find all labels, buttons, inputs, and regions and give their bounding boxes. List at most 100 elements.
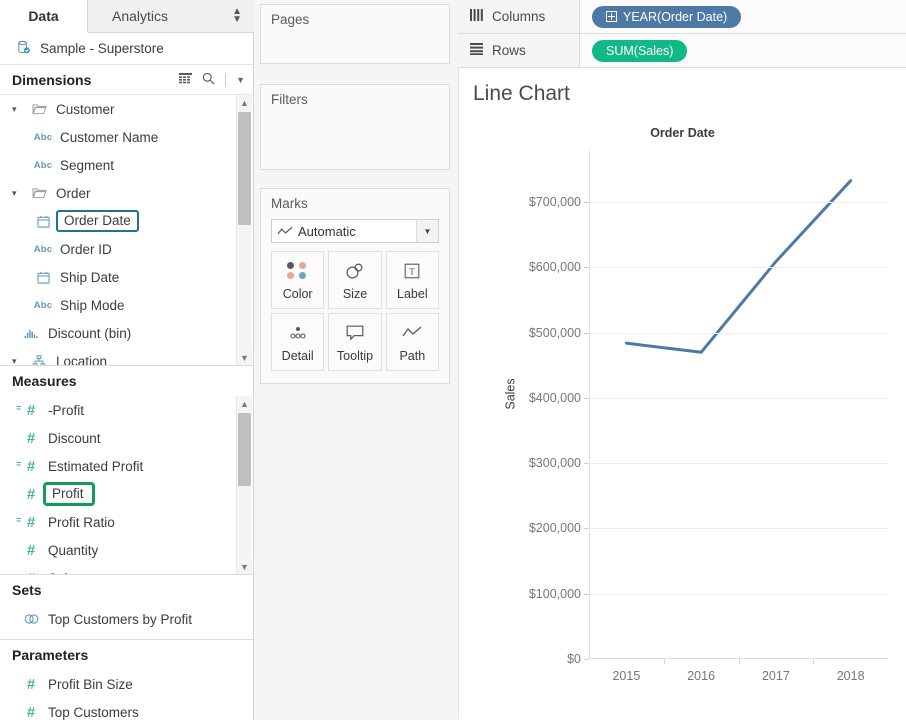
y-tick-mark: [584, 659, 589, 660]
field-row-profit[interactable]: # Profit: [0, 480, 253, 508]
field-row-discount-bin[interactable]: Discount (bin): [0, 319, 253, 347]
y-tick-mark: [584, 594, 589, 595]
field-row-order-id[interactable]: Abc Order ID: [0, 235, 253, 263]
field-row-estimated-profit[interactable]: # Estimated Profit: [0, 452, 253, 480]
rows-shelf-label: Rows: [458, 34, 580, 67]
columns-shelf[interactable]: Columns YEAR(Order Date): [458, 0, 906, 34]
rows-shelf-dropzone[interactable]: SUM(Sales): [580, 34, 906, 67]
calendar-icon: [34, 271, 52, 284]
scrollbar-thumb[interactable]: [238, 112, 251, 225]
field-label: Discount (bin): [48, 326, 131, 341]
plus-box-icon[interactable]: [606, 11, 617, 22]
field-row-order[interactable]: ▾ Order: [0, 179, 253, 207]
y-tick-label: $700,000: [529, 195, 581, 209]
columns-shelf-dropzone[interactable]: YEAR(Order Date): [580, 0, 906, 33]
field-row-location[interactable]: ▾ Location: [0, 347, 253, 365]
marks-size-button[interactable]: Size: [328, 251, 381, 309]
marks-card: Marks Automatic ▼: [260, 188, 450, 384]
calendar-icon: [34, 215, 52, 228]
view-canvas[interactable]: Line Chart Order Date Sales $0$100,000$2…: [458, 68, 906, 719]
field-row-customer[interactable]: ▾ Customer: [0, 95, 253, 123]
marks-tooltip-button[interactable]: Tooltip: [328, 313, 381, 371]
field-row-profit-ratio[interactable]: # Profit Ratio: [0, 508, 253, 536]
header-divider: [225, 73, 226, 87]
scrollbar-thumb[interactable]: [238, 413, 251, 486]
search-icon[interactable]: [202, 72, 215, 88]
folder-icon: [30, 103, 48, 115]
measures-list[interactable]: # -Profit # Discount # Estimated Profit …: [0, 396, 253, 574]
data-pane: Data Analytics ▲▼ Sample - Superstore Di…: [0, 0, 254, 720]
tab-analytics[interactable]: Analytics ▲▼: [88, 0, 254, 33]
sort-updown-icon[interactable]: ▲▼: [232, 8, 242, 24]
chevron-expanded-icon[interactable]: ▾: [12, 104, 22, 115]
marks-detail-button[interactable]: Detail: [271, 313, 324, 371]
marks-path-button[interactable]: Path: [386, 313, 439, 371]
worksheet-area: Columns YEAR(Order Date): [458, 0, 906, 720]
scroll-down-icon[interactable]: ▼: [237, 350, 252, 365]
dimensions-scrollbar[interactable]: ▲ ▼: [236, 95, 251, 365]
y-tick-mark: [584, 267, 589, 268]
mark-type-dropdown[interactable]: Automatic ▼: [271, 219, 439, 243]
svg-text:T: T: [410, 266, 416, 276]
pages-card[interactable]: Pages: [260, 4, 450, 64]
gridline: [589, 594, 888, 595]
field-row-quantity[interactable]: # Quantity: [0, 536, 253, 564]
sales-line-series[interactable]: [589, 150, 888, 659]
rows-label-text: Rows: [492, 43, 526, 58]
y-tick-label: $100,000: [529, 587, 581, 601]
x-tick-mark: [813, 659, 814, 664]
field-row-discount[interactable]: # Discount: [0, 424, 253, 452]
chevron-down-icon[interactable]: ▼: [236, 75, 245, 85]
mark-type-value: Automatic: [298, 224, 416, 239]
datasource-row[interactable]: Sample - Superstore: [0, 33, 253, 65]
marks-buttons-grid: Color Size T: [271, 251, 439, 371]
dimensions-list[interactable]: ▾ Customer Abc Customer Name Abc Segment…: [0, 95, 253, 365]
scroll-down-icon[interactable]: ▼: [237, 559, 252, 574]
size-icon: [345, 260, 365, 282]
field-label: Segment: [60, 158, 114, 173]
field-row-order-date[interactable]: Order Date: [0, 207, 253, 235]
y-tick-mark: [584, 333, 589, 334]
label-icon: T: [404, 260, 420, 282]
gridline: [589, 463, 888, 464]
number-icon: #: [22, 542, 40, 559]
marks-button-label: Label: [397, 287, 428, 301]
line-chart-plot[interactable]: $0$100,000$200,000$300,000$400,000$500,0…: [589, 150, 888, 659]
field-row-top-customers[interactable]: # Top Customers: [0, 698, 253, 726]
field-row-neg-profit[interactable]: # -Profit: [0, 396, 253, 424]
pill-sum-sales[interactable]: SUM(Sales): [592, 40, 687, 62]
marks-color-button[interactable]: Color: [271, 251, 324, 309]
y-tick-label: $600,000: [529, 260, 581, 274]
field-row-customer-name[interactable]: Abc Customer Name: [0, 123, 253, 151]
scroll-up-icon[interactable]: ▲: [237, 396, 252, 411]
sets-header: Sets: [0, 575, 253, 605]
field-row-segment[interactable]: Abc Segment: [0, 151, 253, 179]
field-label-profit-highlighted[interactable]: Profit: [46, 485, 92, 503]
field-row-profit-bin-size[interactable]: # Profit Bin Size: [0, 670, 253, 698]
filters-card[interactable]: Filters: [260, 84, 450, 170]
pill-year-order-date[interactable]: YEAR(Order Date): [592, 6, 741, 28]
field-row-ship-mode[interactable]: Abc Ship Mode: [0, 291, 253, 319]
tab-data[interactable]: Data: [0, 0, 88, 33]
field-label: Customer: [56, 102, 115, 117]
field-label: Top Customers by Profit: [48, 612, 192, 627]
field-row-ship-date[interactable]: Ship Date: [0, 263, 253, 291]
field-row-sales[interactable]: # Sales: [0, 564, 253, 574]
marks-card-title: Marks: [261, 189, 449, 211]
x-tick-mark: [739, 659, 740, 664]
y-tick-mark: [584, 398, 589, 399]
grid-view-icon[interactable]: [179, 72, 192, 88]
field-label-order-date-highlighted[interactable]: Order Date: [58, 212, 137, 230]
color-dots-icon: [287, 260, 308, 282]
scroll-up-icon[interactable]: ▲: [237, 95, 252, 110]
measures-scrollbar[interactable]: ▲ ▼: [236, 396, 251, 574]
field-row-top-customers-by-profit[interactable]: Top Customers by Profit: [0, 605, 253, 633]
dimensions-title: Dimensions: [12, 72, 179, 88]
chevron-expanded-icon[interactable]: ▾: [12, 188, 22, 199]
field-label: Ship Mode: [60, 298, 125, 313]
chevron-down-icon[interactable]: ▼: [416, 220, 438, 242]
marks-label-button[interactable]: T Label: [386, 251, 439, 309]
marks-button-label: Tooltip: [337, 349, 373, 363]
chevron-expanded-icon[interactable]: ▾: [12, 356, 22, 366]
rows-shelf[interactable]: Rows SUM(Sales): [458, 34, 906, 68]
